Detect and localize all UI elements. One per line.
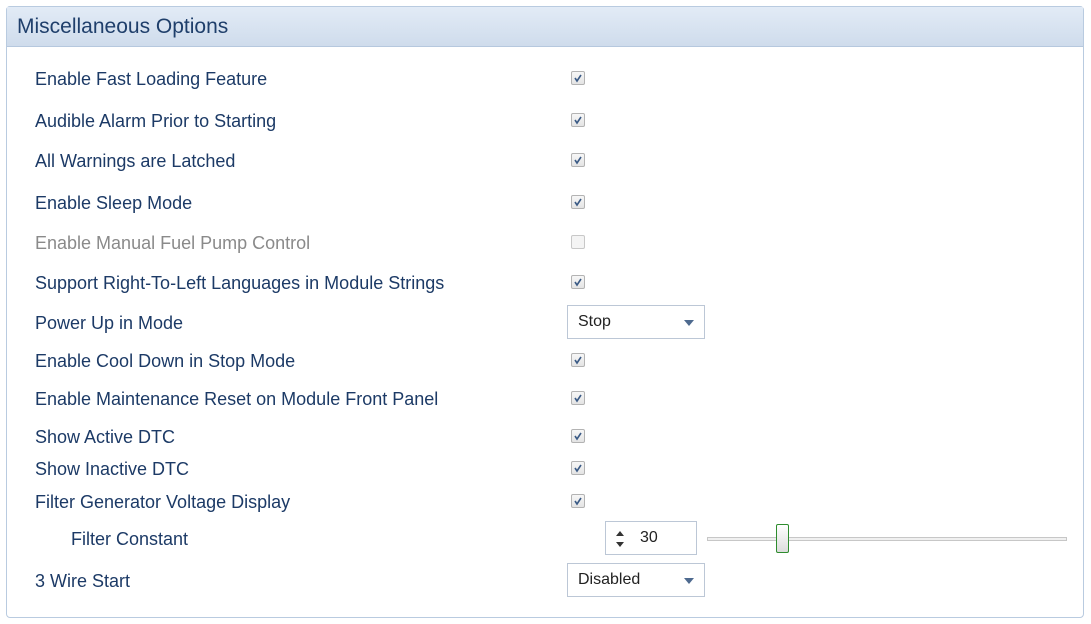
power-up-mode-value: Stop (578, 313, 611, 330)
three-wire-start-dropdown[interactable]: Disabled (567, 563, 705, 597)
check-icon (574, 497, 582, 506)
audible-alarm-label: Audible Alarm Prior to Starting (35, 111, 277, 131)
sleep-mode-label: Enable Sleep Mode (35, 193, 193, 213)
manual-fuel-pump-checkbox[interactable] (571, 235, 585, 249)
option-row-show-inactive-dtc: Show Inactive DTC (7, 451, 1083, 487)
option-row-rtl-languages: Support Right-To-Left Languages in Modul… (7, 265, 1083, 301)
audible-alarm-checkbox[interactable] (571, 113, 585, 127)
option-row-warnings-latched: All Warnings are Latched (7, 143, 1083, 179)
manual-fuel-pump-label: Enable Manual Fuel Pump Control (35, 233, 311, 253)
option-row-filter-gen-voltage: Filter Generator Voltage Display (7, 484, 1083, 520)
filter-constant-slider-thumb[interactable] (776, 524, 789, 553)
panel-title: Miscellaneous Options (7, 7, 1083, 47)
three-wire-start-label: 3 Wire Start (35, 571, 131, 591)
fast-loading-label: Enable Fast Loading Feature (35, 69, 268, 89)
filter-gen-voltage-checkbox[interactable] (571, 494, 585, 508)
option-row-fast-loading: Enable Fast Loading Feature (7, 61, 1083, 97)
sleep-mode-checkbox[interactable] (571, 195, 585, 209)
chevron-down-icon (684, 320, 694, 326)
cool-down-stop-label: Enable Cool Down in Stop Mode (35, 351, 296, 371)
spin-up-icon[interactable] (616, 531, 624, 536)
check-icon (574, 432, 582, 441)
check-icon (574, 464, 582, 473)
filter-constant-slider-track[interactable] (707, 537, 1067, 541)
check-icon (574, 156, 582, 165)
check-icon (574, 356, 582, 365)
show-inactive-dtc-label: Show Inactive DTC (35, 459, 190, 479)
chevron-down-icon (684, 578, 694, 584)
misc-options-panel: Miscellaneous Options Enable Fast Loadin… (6, 6, 1084, 618)
filter-constant-value: 30 (640, 529, 658, 546)
spin-down-icon[interactable] (616, 542, 624, 547)
option-row-audible-alarm: Audible Alarm Prior to Starting (7, 103, 1083, 139)
option-row-filter-constant: Filter Constant 30 (7, 521, 1083, 557)
cool-down-stop-checkbox[interactable] (571, 353, 585, 367)
option-row-sleep-mode: Enable Sleep Mode (7, 185, 1083, 221)
option-row-power-up-mode: Power Up in Mode Stop (7, 305, 1083, 341)
warnings-latched-label: All Warnings are Latched (35, 151, 236, 171)
fast-loading-checkbox[interactable] (571, 71, 585, 85)
warnings-latched-checkbox[interactable] (571, 153, 585, 167)
three-wire-start-value: Disabled (578, 571, 641, 588)
power-up-mode-dropdown[interactable]: Stop (567, 305, 705, 339)
option-row-three-wire-start: 3 Wire Start Disabled (7, 563, 1083, 599)
check-icon (574, 394, 582, 403)
check-icon (574, 74, 582, 83)
filter-constant-spinner[interactable]: 30 (605, 521, 697, 555)
maintenance-reset-label: Enable Maintenance Reset on Module Front… (35, 389, 439, 409)
show-active-dtc-checkbox[interactable] (571, 429, 585, 443)
filter-gen-voltage-label: Filter Generator Voltage Display (35, 492, 291, 512)
option-row-maintenance-reset: Enable Maintenance Reset on Module Front… (7, 381, 1083, 417)
show-active-dtc-label: Show Active DTC (35, 427, 176, 447)
rtl-languages-label: Support Right-To-Left Languages in Modul… (35, 273, 445, 293)
show-inactive-dtc-checkbox[interactable] (571, 461, 585, 475)
option-row-manual-fuel-pump: Enable Manual Fuel Pump Control (7, 225, 1083, 261)
check-icon (574, 116, 582, 125)
power-up-mode-label: Power Up in Mode (35, 313, 184, 333)
option-row-show-active-dtc: Show Active DTC (7, 419, 1083, 455)
check-icon (574, 198, 582, 207)
maintenance-reset-checkbox[interactable] (571, 391, 585, 405)
filter-constant-label: Filter Constant (71, 529, 189, 549)
check-icon (574, 278, 582, 287)
rtl-languages-checkbox[interactable] (571, 275, 585, 289)
option-row-cool-down-stop: Enable Cool Down in Stop Mode (7, 343, 1083, 379)
